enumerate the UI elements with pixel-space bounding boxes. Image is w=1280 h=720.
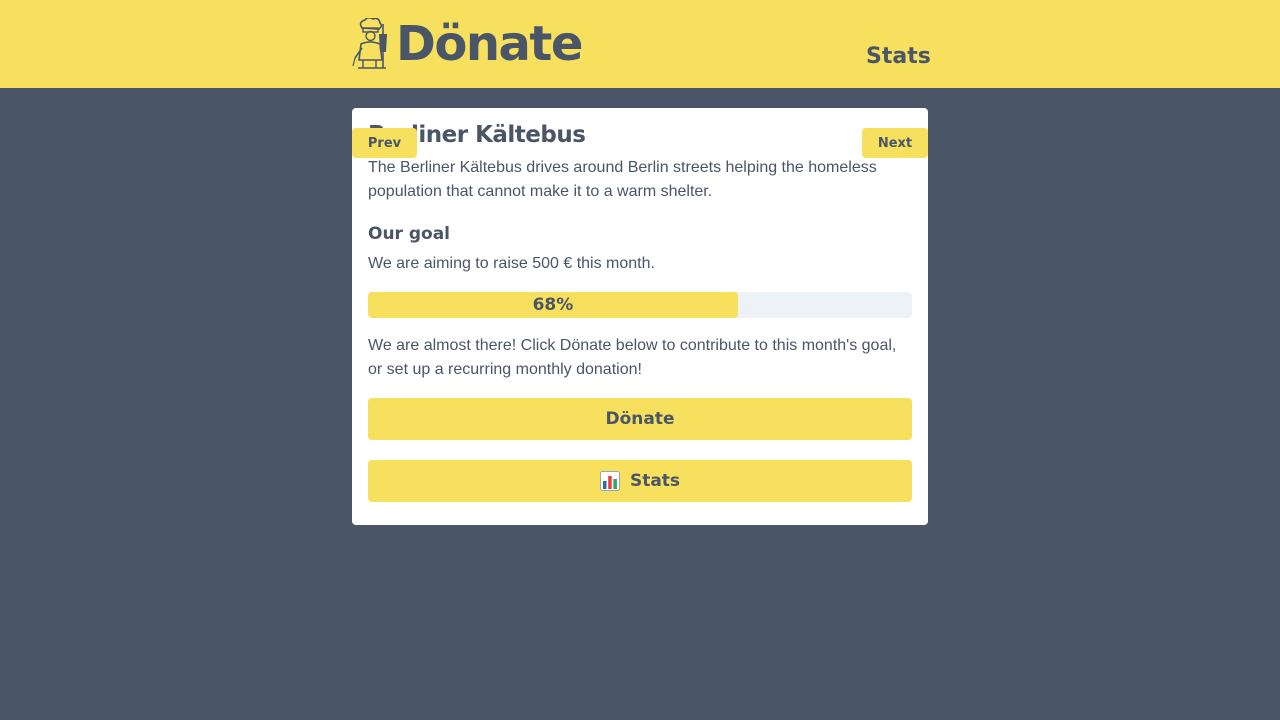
- stats-button-label: Stats: [629, 471, 681, 491]
- stats-button[interactable]: Stats: [368, 460, 912, 502]
- nav-stats-link[interactable]: Stats: [866, 46, 931, 68]
- progress-label: 68%: [532, 295, 574, 315]
- site-header: Dönate Stats: [0, 0, 1280, 88]
- goal-heading: Our goal: [368, 224, 451, 244]
- campaign-description: The Berliner Kältebus drives around Berl…: [368, 159, 877, 200]
- bar-chart-icon: [599, 471, 620, 491]
- chef-mascot-icon: [352, 18, 387, 69]
- goal-progress-bar: 68%: [368, 292, 912, 318]
- campaign-body: The Berliner Kältebus drives around Berl…: [368, 156, 912, 502]
- prev-button[interactable]: Prev: [352, 128, 417, 158]
- campaign-card: Berliner Kältebus Prev Next The Berliner…: [352, 108, 928, 525]
- home-logo-link[interactable]: Dönate: [352, 14, 583, 74]
- next-button[interactable]: Next: [862, 128, 928, 158]
- donate-button-label: Dönate: [605, 409, 675, 429]
- goal-text: We are aiming to raise 500 € this month.: [368, 255, 655, 272]
- call-to-action-text: We are almost there! Click Dönate below …: [368, 337, 897, 378]
- logo-text: Dönate: [396, 16, 583, 72]
- donate-button[interactable]: Dönate: [368, 398, 912, 440]
- progress-fill: 68%: [368, 292, 738, 318]
